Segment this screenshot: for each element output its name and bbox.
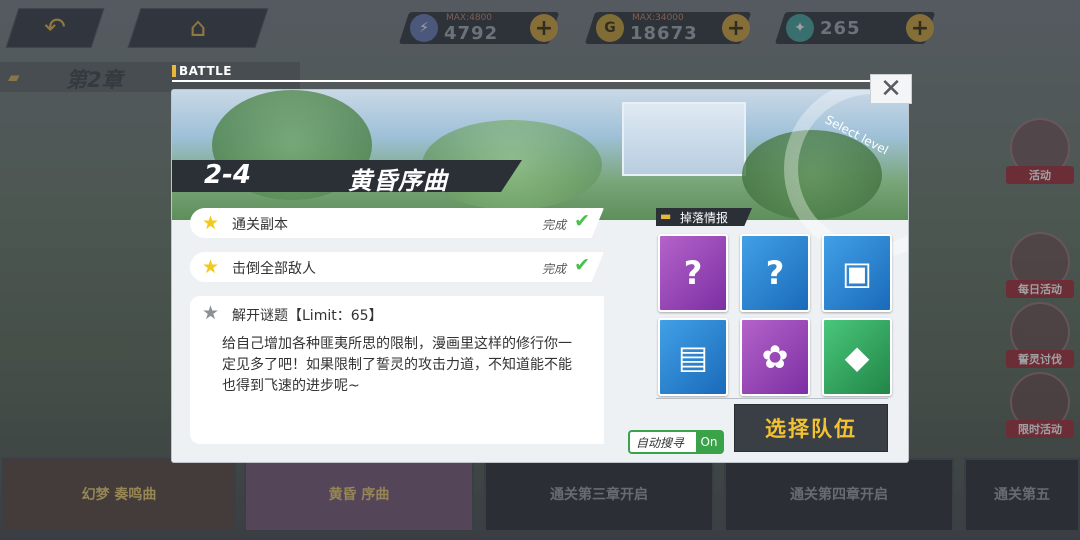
check-icon: ✔ xyxy=(574,210,590,232)
banner-greenhouse xyxy=(622,102,746,176)
objective-status: 完成 xyxy=(541,218,566,232)
drop-header-text: 掉落情报 xyxy=(680,211,729,225)
supply-chest-icon: ▤ xyxy=(677,338,709,376)
objective-clear: ★ 通关副本 完成 ✔ xyxy=(190,208,604,238)
chest-icon: ▬ xyxy=(660,209,672,223)
stage-number: 2-4 xyxy=(204,160,251,190)
puzzle-objective: ★ 解开谜题【Limit：65】 给自己增加各种匪夷所思的限制，漫画里这样的修行… xyxy=(190,296,604,444)
objective-text: 击倒全部敌人 xyxy=(232,261,316,277)
objective-defeat-all: ★ 击倒全部敌人 完成 ✔ xyxy=(190,252,604,282)
supply-chest-drop[interactable]: ▤ xyxy=(658,318,728,396)
unknown-character-drop[interactable]: ? xyxy=(658,234,728,312)
auto-search-state: On xyxy=(696,432,722,452)
check-icon: ✔ xyxy=(574,254,590,276)
unknown-item-drop[interactable]: ? xyxy=(740,234,810,312)
select-level-text: Select level xyxy=(822,112,891,158)
drop-info-header: ▬ 掉落情报 xyxy=(656,208,752,226)
question-icon: ? xyxy=(683,254,703,292)
stage-dialog: Select level 2-4 黄昏序曲 ★ 通关副本 完成 ✔ ★ 击倒全部… xyxy=(172,90,908,462)
equipment-box-drop[interactable]: ▣ xyxy=(822,234,892,312)
ticket-icon: ◆ xyxy=(844,338,870,376)
star-icon: ★ xyxy=(202,212,220,234)
armor-box-icon: ▣ xyxy=(841,254,873,292)
puzzle-description: 给自己增加各种匪夷所思的限制，漫画里这样的修行你一定见多了吧！如果限制了誓灵的攻… xyxy=(222,336,572,394)
select-level-dial: Select level xyxy=(784,90,908,258)
auto-search-toggle[interactable]: 自动搜寻 On xyxy=(628,430,724,454)
close-button[interactable]: ✕ xyxy=(870,74,912,104)
question-icon: ? xyxy=(765,254,785,292)
objective-status: 完成 xyxy=(541,262,566,276)
star-icon: ★ xyxy=(202,256,220,278)
stage-name: 黄昏序曲 xyxy=(348,167,448,195)
auto-search-label: 自动搜寻 xyxy=(636,436,685,450)
battle-divider xyxy=(172,80,908,82)
objective-text: 通关副本 xyxy=(232,217,288,233)
puzzle-title: 解开谜题【Limit：65】 xyxy=(232,308,383,324)
purple-crystal-drop[interactable]: ✿ xyxy=(740,318,810,396)
drop-divider xyxy=(656,398,888,399)
stage-banner: Select level xyxy=(172,90,908,258)
select-team-button[interactable]: 选择队伍 xyxy=(734,404,888,452)
crystal-icon: ✿ xyxy=(761,338,789,376)
battle-label: BATTLE xyxy=(172,64,232,78)
star-outline-icon: ★ xyxy=(202,302,220,324)
stage-title-bar: 2-4 黄昏序曲 xyxy=(172,160,522,192)
green-ticket-drop[interactable]: ◆ xyxy=(822,318,892,396)
